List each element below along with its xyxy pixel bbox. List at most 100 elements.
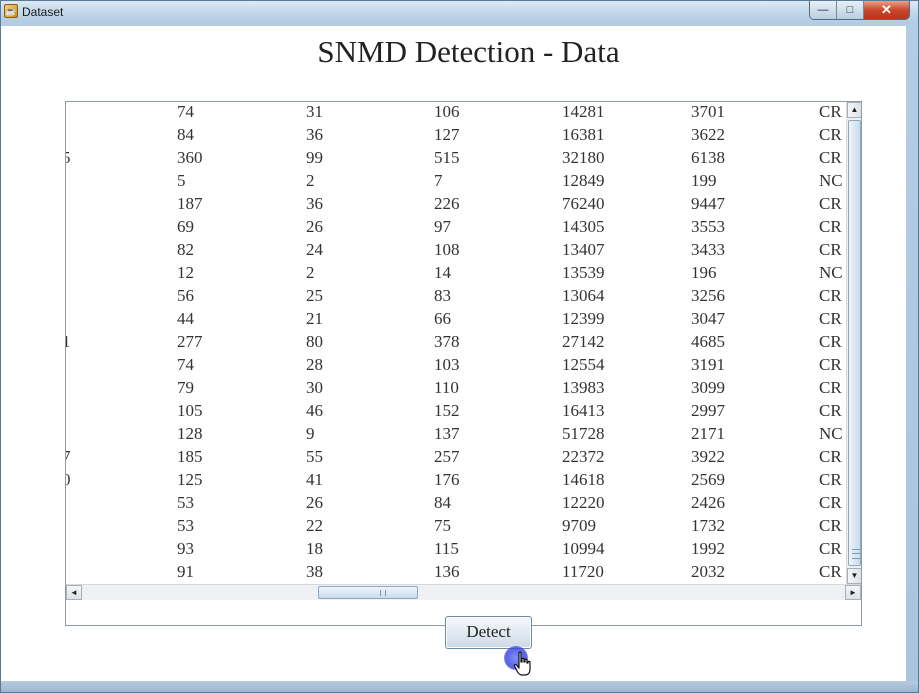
table-cell: 25	[306, 286, 323, 305]
table-cell: 21	[306, 309, 323, 328]
table-cell: 12554	[562, 355, 605, 374]
page-title: SNMD Detection - Data	[317, 34, 620, 69]
table-cell: 16413	[562, 401, 605, 420]
table-cell: 69	[177, 217, 194, 236]
table-cell: 28	[306, 355, 323, 374]
horizontal-scroll-thumb[interactable]	[318, 586, 418, 599]
table-row[interactable]: 53 26 84 12220 2426 CR	[66, 493, 846, 516]
title-bar[interactable]: ☕ Dataset — □ ✕	[1, 1, 918, 23]
table-row[interactable]: 56 25 83 13064 3256 CR	[66, 286, 846, 309]
table-cell: 7	[434, 171, 443, 190]
table-cell: 5	[66, 148, 70, 168]
table-cell: 199	[691, 171, 717, 190]
table-row[interactable]: 105 46 152 16413 2997 CR	[66, 401, 846, 424]
scroll-left-button[interactable]: ◄	[66, 585, 82, 600]
table-cell: 2171	[691, 424, 725, 443]
table-cell: 0	[66, 470, 70, 490]
table-cell: 3047	[691, 309, 725, 328]
table-row[interactable]: 91 38 136 11720 2032 CR	[66, 562, 846, 584]
table-row[interactable]: 74 31 106 14281 3701 CR	[66, 102, 846, 125]
table-cell: 9447	[691, 194, 725, 213]
table-cell: 46	[306, 401, 323, 420]
java-app-icon: ☕	[4, 4, 18, 18]
table-cell: 176	[434, 470, 460, 489]
table-cell: 5	[177, 171, 186, 190]
maximize-button[interactable]: □	[837, 1, 864, 19]
table-cell: 13064	[562, 286, 605, 305]
table-cell: 3099	[691, 378, 725, 397]
table-cell: 12399	[562, 309, 605, 328]
table-cell: 9709	[562, 516, 596, 535]
table-cell: 13983	[562, 378, 605, 397]
table-cell: CR	[819, 493, 842, 512]
table-row[interactable]: 12 2 14 13539 196 NC	[66, 263, 846, 286]
minimize-button[interactable]: —	[810, 1, 837, 19]
table-cell: 105	[177, 401, 203, 420]
table-cell: 12220	[562, 493, 605, 512]
table-cell: 38	[306, 562, 323, 581]
table-cell: 31	[306, 102, 323, 121]
table-cell: 97	[434, 217, 451, 236]
table-cell: 110	[434, 378, 459, 397]
vertical-scroll-thumb[interactable]	[848, 120, 861, 566]
table-row[interactable]: 69 26 97 14305 3553 CR	[66, 217, 846, 240]
table-cell: 6138	[691, 148, 725, 167]
table-cell: 16381	[562, 125, 605, 144]
horizontal-scrollbar[interactable]: ◄ ►	[66, 584, 861, 600]
table-cell: 75	[434, 516, 451, 535]
table-cell: 76240	[562, 194, 605, 213]
table-cell: CR	[819, 217, 842, 236]
table-cell: CR	[819, 378, 842, 397]
table-cell: 3433	[691, 240, 725, 259]
table-cell: 14305	[562, 217, 605, 236]
table-row[interactable]: 44 21 66 12399 3047 CR	[66, 309, 846, 332]
table-cell: 1	[66, 332, 70, 352]
table-cell: 378	[434, 332, 460, 351]
table-cell: 93	[177, 539, 194, 558]
table-cell: 99	[306, 148, 323, 167]
table-cell: 125	[177, 470, 203, 489]
table-cell: 2997	[691, 401, 725, 420]
table-row[interactable]: 187 36 226 76240 9447 CR	[66, 194, 846, 217]
table-row[interactable]: 5 2 7 12849 199 NC	[66, 171, 846, 194]
table-row[interactable]: 7 185 55 257 22372 3922 CR	[66, 447, 846, 470]
table-cell: 84	[434, 493, 451, 512]
close-button[interactable]: ✕	[864, 1, 909, 19]
table-cell: 22372	[562, 447, 605, 466]
scroll-up-button[interactable]: ▲	[847, 102, 861, 118]
table-cell: 56	[177, 286, 194, 305]
table-cell: 2	[306, 171, 315, 190]
table-cell: CR	[819, 309, 842, 328]
table-cell: 115	[434, 539, 459, 558]
table-cell: CR	[819, 102, 842, 121]
table-cell: 14	[434, 263, 451, 282]
scroll-right-button[interactable]: ►	[845, 585, 861, 600]
table-row[interactable]: 74 28 103 12554 3191 CR	[66, 355, 846, 378]
table-cell: 106	[434, 102, 460, 121]
table-row[interactable]: 93 18 115 10994 1992 CR	[66, 539, 846, 562]
table-cell: CR	[819, 516, 842, 535]
table-cell: CR	[819, 332, 842, 351]
table-cell: 360	[177, 148, 203, 167]
data-table[interactable]: 7431106142813701CR8436127163813622CR5360…	[66, 102, 846, 584]
table-row[interactable]: 1 277 80 378 27142 4685 CR	[66, 332, 846, 355]
table-row[interactable]: 79 30 110 13983 3099 CR	[66, 378, 846, 401]
scroll-down-button[interactable]: ▼	[847, 568, 861, 584]
table-cell: 137	[434, 424, 460, 443]
table-cell: 1992	[691, 539, 725, 558]
table-row[interactable]: 128 9 137 51728 2171 NC	[66, 424, 846, 447]
table-row[interactable]: 5 360 99 515 32180 6138 CR	[66, 148, 846, 171]
table-cell: 196	[691, 263, 717, 282]
table-row[interactable]: 84 36 127 16381 3622 CR	[66, 125, 846, 148]
data-table-scroll-pane[interactable]: 7431106142813701CR8436127163813622CR5360…	[65, 101, 862, 626]
table-cell: 14618	[562, 470, 605, 489]
window-controls: — □ ✕	[809, 1, 910, 20]
table-row[interactable]: 0 125 41 176 14618 2569 CR	[66, 470, 846, 493]
table-cell: CR	[819, 355, 842, 374]
detect-button[interactable]: Detect	[445, 616, 532, 649]
vertical-scrollbar[interactable]: ▲ ▼	[846, 102, 861, 584]
table-row[interactable]: 53 22 75 9709 1732 CR	[66, 516, 846, 539]
table-row[interactable]: 82 24 108 13407 3433 CR	[66, 240, 846, 263]
table-cell: 3701	[691, 102, 725, 121]
table-cell: 3553	[691, 217, 725, 236]
